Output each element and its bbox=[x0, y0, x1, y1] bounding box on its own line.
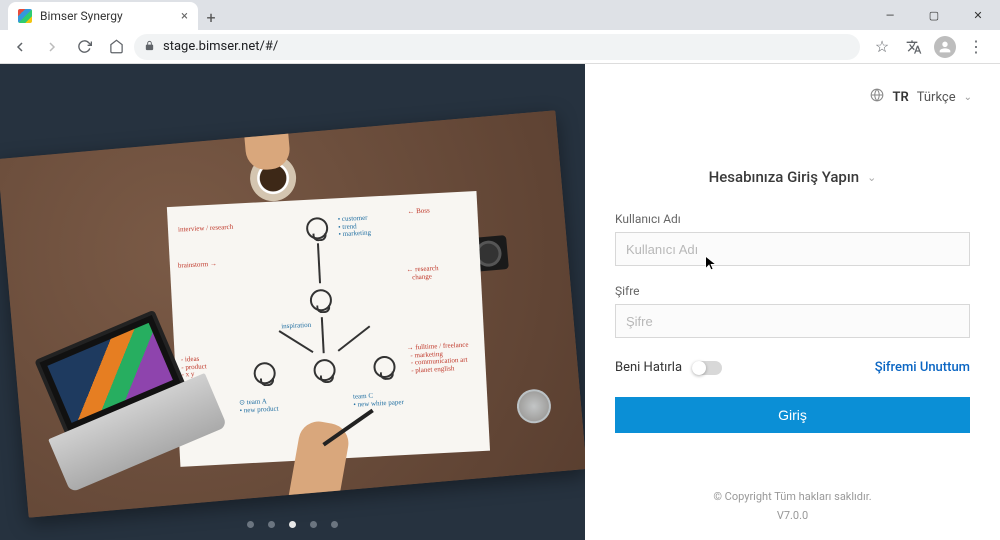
password-input[interactable] bbox=[615, 304, 970, 338]
language-code: TR bbox=[892, 90, 908, 105]
carousel-dots bbox=[0, 521, 585, 528]
remember-me: Beni Hatırla bbox=[615, 360, 722, 375]
remember-label: Beni Hatırla bbox=[615, 360, 682, 375]
browser-tab[interactable]: Bimser Synergy × bbox=[8, 2, 198, 30]
profile-avatar-icon[interactable] bbox=[934, 36, 956, 58]
window-minimize-button[interactable]: — bbox=[868, 0, 912, 30]
carousel-dot[interactable] bbox=[268, 521, 275, 528]
chevron-down-icon: ⌄ bbox=[867, 171, 876, 184]
page-content: interview / research • customer• trend• … bbox=[0, 64, 1000, 540]
carousel-dot[interactable] bbox=[289, 521, 296, 528]
username-label: Kullanıcı Adı bbox=[615, 212, 970, 226]
login-button[interactable]: Giriş bbox=[615, 397, 970, 433]
nav-home-button[interactable] bbox=[102, 33, 130, 61]
footer: © Copyright Tüm hakları saklıdır. V7.0.0 bbox=[585, 490, 1000, 522]
copyright-text: © Copyright Tüm hakları saklıdır. bbox=[585, 490, 1000, 503]
tab-title: Bimser Synergy bbox=[40, 9, 123, 23]
nav-forward-button[interactable] bbox=[38, 33, 66, 61]
chevron-down-icon: ⌄ bbox=[964, 92, 972, 103]
kebab-menu-icon[interactable]: ⋮ bbox=[964, 35, 988, 59]
username-input[interactable] bbox=[615, 232, 970, 266]
window-controls: — ▢ ✕ bbox=[868, 0, 1000, 30]
lock-icon bbox=[144, 40, 155, 54]
favicon-icon bbox=[18, 9, 32, 23]
language-name: Türkçe bbox=[917, 90, 956, 105]
carousel-dot[interactable] bbox=[331, 521, 338, 528]
username-field: Kullanıcı Adı bbox=[615, 212, 970, 266]
globe-icon bbox=[870, 88, 884, 106]
version-text: V7.0.0 bbox=[585, 509, 1000, 522]
forgot-password-link[interactable]: Şifremi Unuttum bbox=[875, 360, 970, 375]
hero-image: interview / research • customer• trend• … bbox=[0, 110, 585, 517]
remember-toggle[interactable] bbox=[692, 361, 722, 375]
hero-carousel: interview / research • customer• trend• … bbox=[0, 64, 585, 540]
window-maximize-button[interactable]: ▢ bbox=[912, 0, 956, 30]
carousel-dot[interactable] bbox=[247, 521, 254, 528]
browser-toolbar: stage.bimser.net/#/ ☆ ⋮ bbox=[0, 30, 1000, 64]
tab-close-icon[interactable]: × bbox=[181, 9, 188, 24]
translate-icon[interactable] bbox=[902, 35, 926, 59]
bookmark-star-icon[interactable]: ☆ bbox=[870, 35, 894, 59]
url-text: stage.bimser.net/#/ bbox=[163, 39, 278, 54]
password-field: Şifre bbox=[615, 284, 970, 338]
carousel-dot[interactable] bbox=[310, 521, 317, 528]
address-bar[interactable]: stage.bimser.net/#/ bbox=[134, 34, 860, 60]
browser-titlebar: Bimser Synergy × + — ▢ ✕ bbox=[0, 0, 1000, 30]
nav-reload-button[interactable] bbox=[70, 33, 98, 61]
password-label: Şifre bbox=[615, 284, 970, 298]
nav-back-button[interactable] bbox=[6, 33, 34, 61]
window-close-button[interactable]: ✕ bbox=[956, 0, 1000, 30]
login-title[interactable]: Hesabınıza Giriş Yapın ⌄ bbox=[615, 168, 970, 186]
language-selector[interactable]: TR Türkçe ⌄ bbox=[870, 88, 972, 106]
login-panel: TR Türkçe ⌄ Hesabınıza Giriş Yapın ⌄ Kul… bbox=[585, 64, 1000, 540]
new-tab-button[interactable]: + bbox=[198, 4, 224, 30]
